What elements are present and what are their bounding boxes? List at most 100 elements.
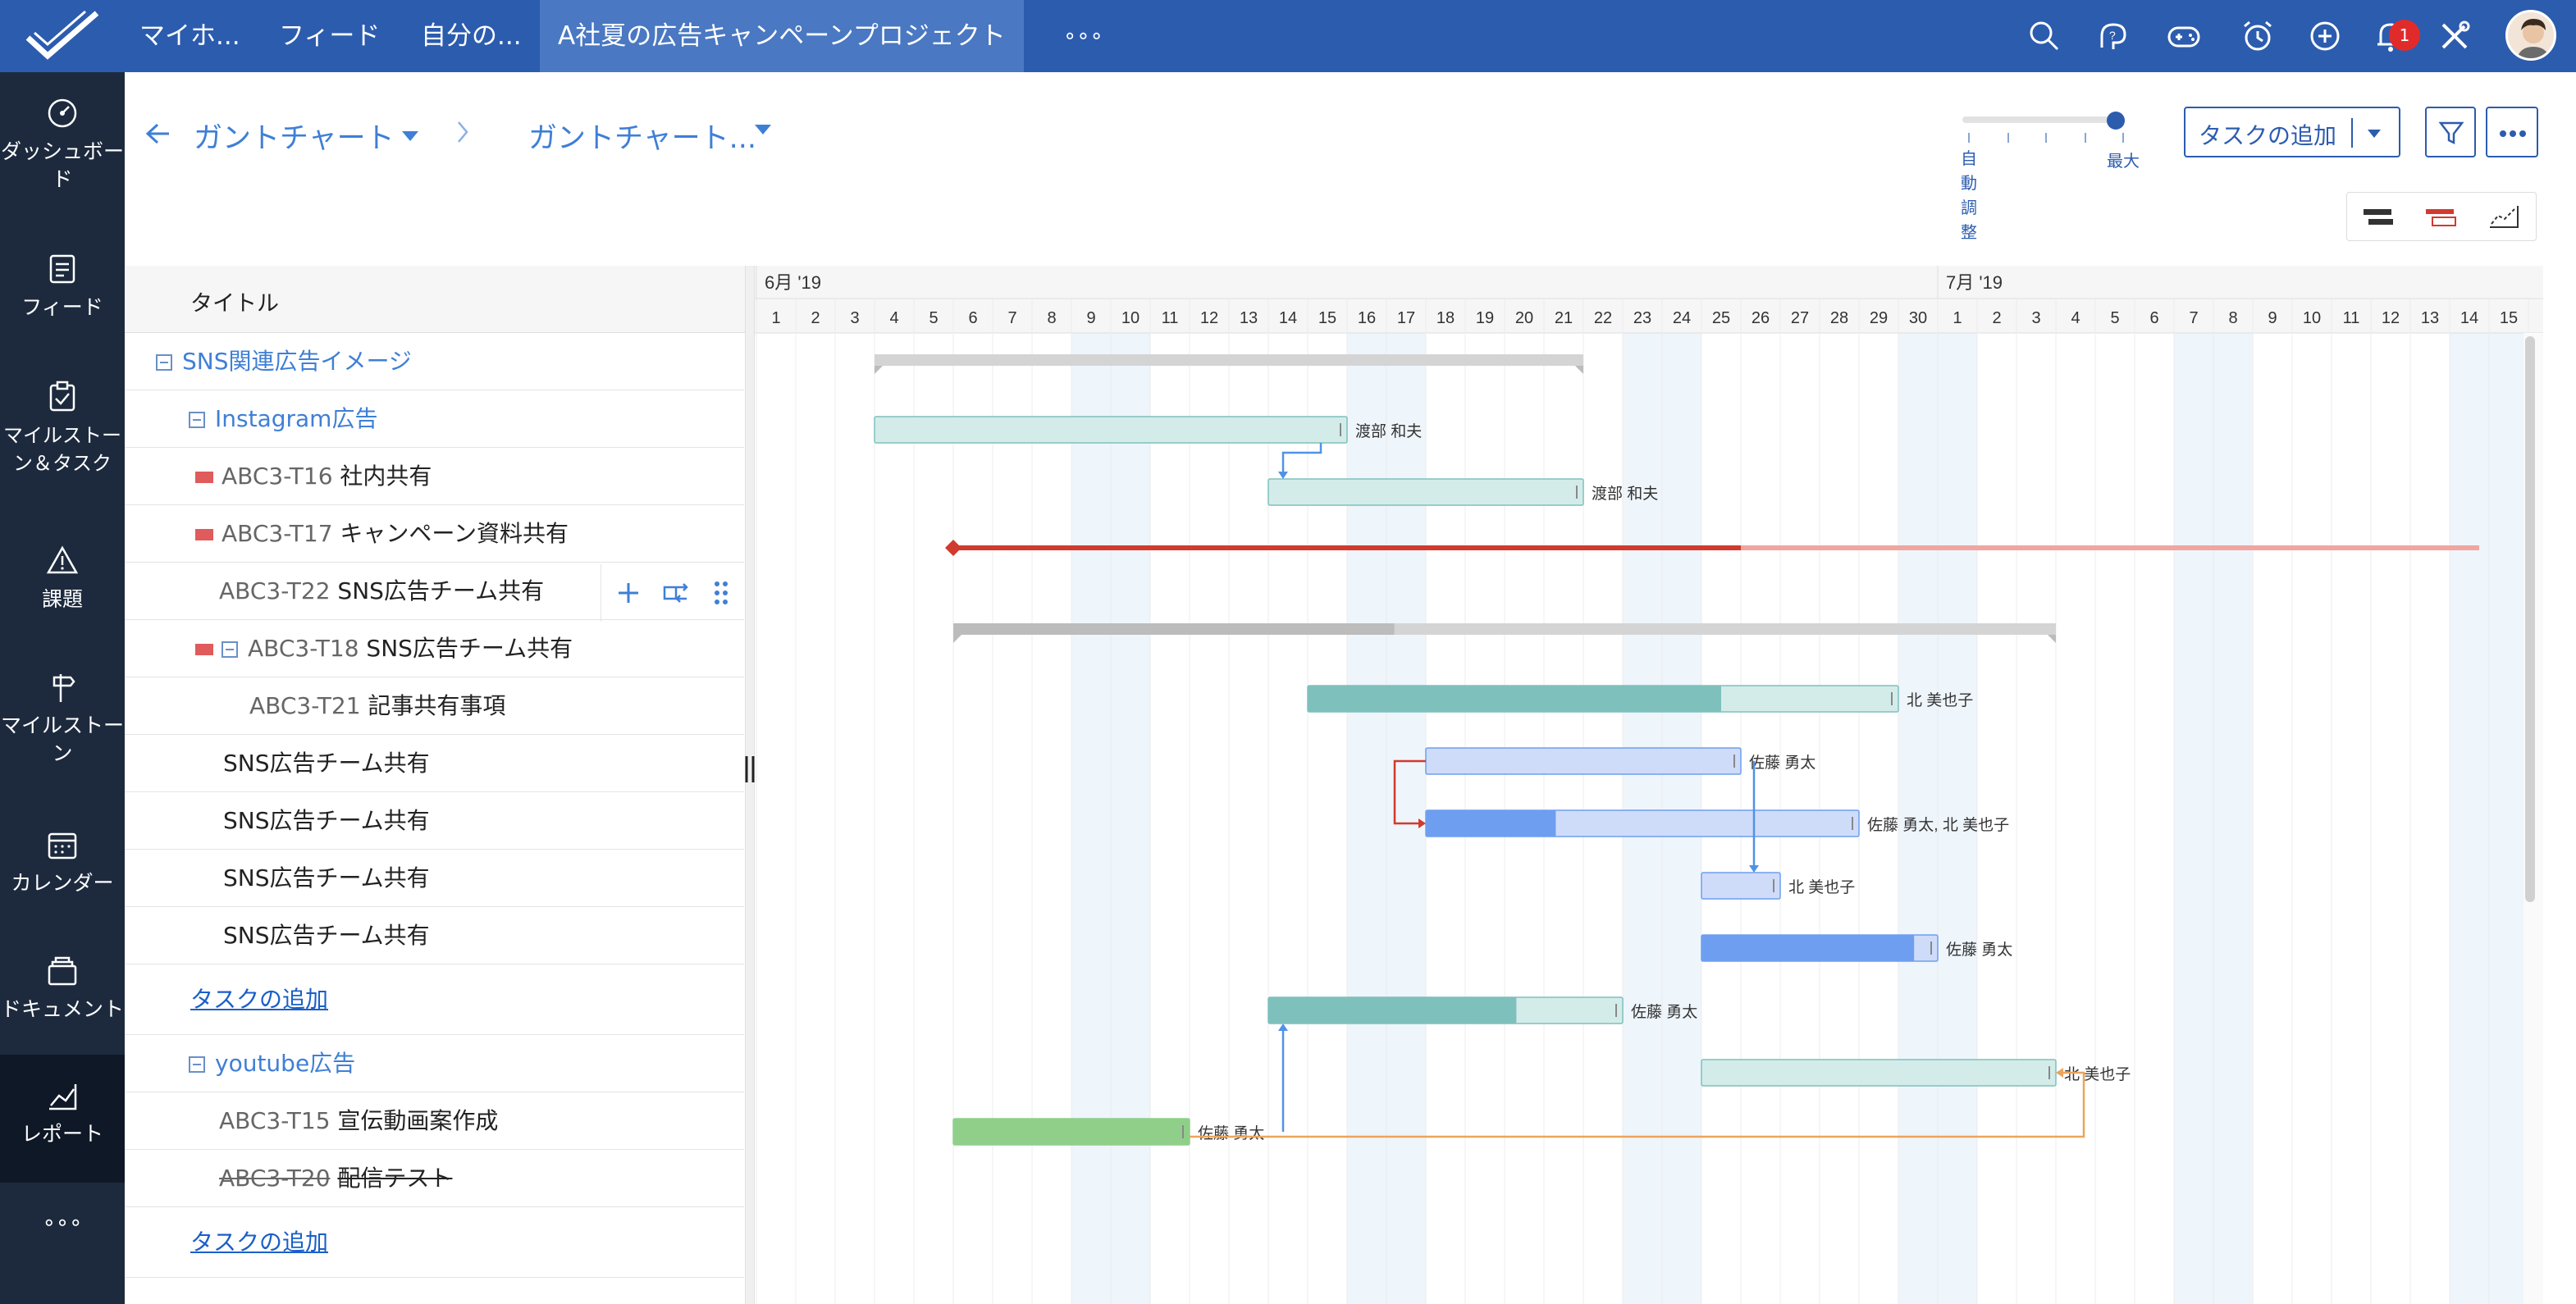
row-content: SNS広告チーム共有 [223,735,430,792]
app-logo-icon[interactable] [23,8,102,64]
row-content: ABC3-T17 キャンペーン資料共有 [195,505,569,563]
weekend-shade [2174,333,2213,1304]
row-content: ABC3-T18 SNS広告チーム共有 [195,620,573,677]
task-bar[interactable] [1267,478,1584,506]
avatar-face-icon [2517,19,2550,58]
collapse-toggle-icon[interactable] [222,641,238,658]
task-row[interactable]: SNS広告チーム共有 [125,850,744,907]
sidebar-item-issues[interactable]: 課題 [0,545,125,613]
critical-path-icon[interactable] [2424,204,2460,230]
collapse-toggle-icon[interactable] [189,1056,205,1073]
task-row[interactable]: SNS広告チーム共有 [125,907,744,964]
sidebar-item-feed[interactable]: フィード [0,253,125,321]
day-tick-label: 1 [771,309,780,327]
gamepad-icon[interactable] [2166,18,2202,54]
breadcrumb-gantt-name[interactable]: ガントチャート... [528,115,756,157]
sidebar-item-dashboard[interactable]: ダッシュボード [0,97,125,194]
tab-my-home[interactable]: マイホ... [139,0,240,72]
tab-my-tasks[interactable]: 自分の... [421,0,522,72]
convert-task-icon[interactable] [662,581,690,605]
tools-icon[interactable] [2437,18,2473,54]
task-code: ABC3-T15 [219,1107,331,1134]
task-bar[interactable] [874,416,1348,444]
task-title: 記事共有事項 [368,692,506,719]
zoom-slider-handle[interactable] [2107,112,2125,130]
task-row[interactable]: ABC3-T18 SNS広告チーム共有 [125,620,744,677]
task-code: ABC3-T21 [249,692,361,719]
sidebar-item-milestones-tasks[interactable]: マイルストーン＆タスク [0,381,125,477]
vertical-scrollbar[interactable] [2525,336,2535,902]
task-group-row[interactable]: SNS関連広告イメージ [125,333,744,390]
weekend-shade [1071,333,1111,1304]
show-bars-icon[interactable] [2360,204,2396,230]
task-row[interactable]: ABC3-T16 社内共有 [125,448,744,505]
task-row[interactable]: ABC3-T17 キャンペーン資料共有 [125,505,744,563]
filter-button[interactable] [2425,107,2476,157]
view-toggle-group [2346,192,2537,241]
notification-badge[interactable]: 1 [2389,20,2420,51]
sidebar-item-documents[interactable]: ドキュメント [0,955,125,1024]
task-row[interactable]: ABC3-T15 宣伝動画案作成 [125,1092,744,1150]
task-bar[interactable] [1701,1059,2057,1087]
more-options-button[interactable] [2486,107,2538,157]
summary-bar[interactable] [875,354,1583,366]
day-tick-label: 30 [1909,309,1927,327]
task-title[interactable]: タスクの追加 [190,1229,328,1256]
more-tabs-button[interactable]: ∘∘∘ [1063,0,1103,72]
warning-icon [46,545,79,574]
sidebar-item-milestones[interactable]: マイルストーン [0,671,125,768]
chevron-down-icon[interactable] [402,131,418,141]
day-tick-label: 15 [2500,309,2518,327]
day-tick-label: 13 [2421,309,2439,327]
collapse-toggle-icon[interactable] [189,412,205,428]
day-tick-label: 15 [1318,309,1336,327]
sidebar-item-reports[interactable]: レポート [0,1055,125,1183]
summary-right-cap [1575,366,1583,374]
chevron-down-icon[interactable] [755,125,771,135]
day-tick-label: 18 [1436,309,1455,327]
task-group-row[interactable]: Instagram広告 [125,390,744,448]
chevron-down-icon[interactable] [2368,130,2381,138]
day-tick-label: 20 [1515,309,1533,327]
task-row[interactable]: SNS広告チーム共有 [125,792,744,850]
task-row[interactable]: ABC3-T20 配信テスト [125,1150,744,1207]
zoom-slider[interactable] [1962,112,2125,130]
user-avatar[interactable] [2505,10,2556,61]
critical-path-line[interactable] [1741,545,2479,550]
task-bar[interactable] [1425,747,1742,775]
add-task-button[interactable]: タスクの追加 [2184,107,2400,157]
sidebar-label: マイルストーン [0,714,124,765]
critical-path-line[interactable] [953,545,1741,550]
collapse-toggle-icon[interactable] [156,354,172,371]
breadcrumb-gantt-view[interactable]: ガントチャート [194,115,395,157]
add-task-row[interactable]: タスクの追加 [125,1207,744,1278]
task-group-row[interactable]: youtube広告 [125,1035,744,1092]
task-title: SNS広告チーム共有 [223,864,430,891]
add-task-row[interactable]: タスクの追加 [125,964,744,1035]
task-row[interactable]: ABC3-T21 記事共有事項 [125,677,744,735]
baseline-chart-icon[interactable] [2487,204,2523,230]
back-arrow-icon[interactable] [144,121,172,146]
row-content: ABC3-T22 SNS広告チーム共有 [219,563,544,620]
sidebar-label: レポート [21,1122,103,1146]
add-circle-icon[interactable] [2307,18,2343,54]
gantt-chart[interactable]: 1 2 3 4 5 6 7 8 9 10 11 12 13 14 15 16 17 18 19 20 21 22 23 24 2… [755,266,2543,1304]
help-icon[interactable]: ? [2095,18,2131,54]
add-task-label: タスクの追加 [2199,122,2337,149]
task-bar-progress [953,1119,1190,1145]
dependency-connector[interactable] [1281,443,1322,476]
task-bar[interactable] [1701,872,1781,900]
timer-icon[interactable] [2240,18,2276,54]
milestone-diamond[interactable] [945,540,961,556]
sidebar-item-calendar[interactable]: カレンダー [0,828,125,897]
tab-current-project[interactable]: A社夏の広告キャンペーンプロジェクト [540,0,1024,72]
add-subtask-icon[interactable] [616,581,641,605]
sidebar-more-button[interactable]: ∘∘∘ [0,1209,125,1237]
tab-feed[interactable]: フィード [279,0,380,72]
task-row[interactable]: SNS広告チーム共有 [125,735,744,792]
search-icon[interactable] [2026,18,2062,54]
drag-handle-icon[interactable] [713,579,729,607]
task-title[interactable]: タスクの追加 [190,986,328,1013]
assignee-label: 渡部 和夫 [1355,422,1422,440]
documents-icon [48,956,77,986]
